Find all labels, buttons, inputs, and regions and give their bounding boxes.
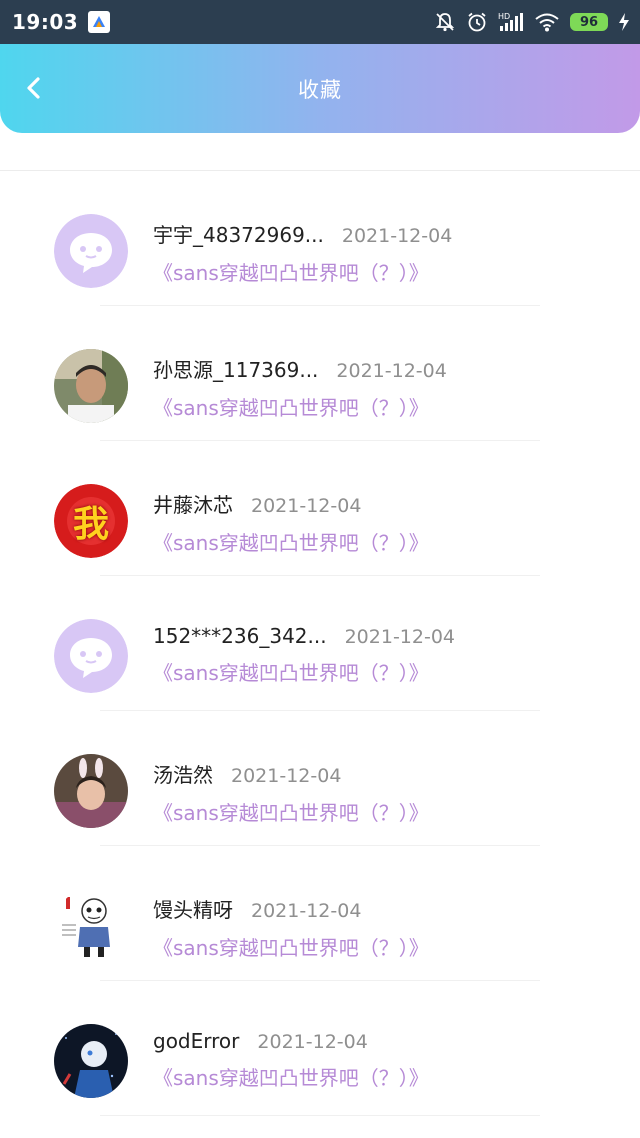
date: 2021-12-04 — [336, 360, 447, 382]
cellular-signal-icon: HD — [498, 11, 524, 33]
avatar[interactable] — [54, 214, 128, 288]
username[interactable]: 孙思源_117369... — [153, 354, 318, 383]
username[interactable]: 宇宇_48372969... — [153, 219, 324, 248]
list-item[interactable]: 馒头精呀 2021-12-04 《sans穿越凹凸世界吧（？）》 — [0, 846, 640, 981]
list-item[interactable]: 汤浩然 2021-12-04 《sans穿越凹凸世界吧（？）》 — [0, 711, 640, 846]
avatar[interactable] — [54, 349, 128, 423]
collection-link[interactable]: 《sans穿越凹凸世界吧（？）》 — [153, 392, 620, 421]
date: 2021-12-04 — [251, 900, 362, 922]
list-item-partial — [0, 133, 640, 171]
collection-link[interactable]: 《sans穿越凹凸世界吧（？）》 — [153, 797, 620, 826]
favorites-list: 宇宇_48372969... 2021-12-04 《sans穿越凹凸世界吧（？… — [0, 171, 640, 1116]
collection-link[interactable]: 《sans穿越凹凸世界吧（？）》 — [153, 257, 620, 286]
collection-link[interactable]: 《sans穿越凹凸世界吧（？）》 — [153, 932, 620, 961]
avatar[interactable] — [54, 889, 128, 963]
dark-anime-avatar-icon — [54, 1024, 128, 1098]
status-bar: 19:03 HD 96 — [0, 0, 640, 44]
alarm-clock-icon — [466, 11, 488, 33]
list-item[interactable]: 宇宇_48372969... 2021-12-04 《sans穿越凹凸世界吧（？… — [0, 171, 640, 306]
divider — [100, 1115, 540, 1116]
date: 2021-12-04 — [344, 626, 456, 648]
collection-link[interactable]: 《sans穿越凹凸世界吧（？）》 — [153, 527, 620, 556]
date: 2021-12-04 — [257, 1031, 368, 1053]
list-item[interactable]: 孙思源_117369... 2021-12-04 《sans穿越凹凸世界吧（？）… — [0, 306, 640, 441]
mute-bell-icon — [434, 11, 456, 33]
date: 2021-12-04 — [341, 225, 453, 247]
chat-bubble-avatar-icon — [54, 619, 128, 693]
app-notification-icon — [88, 11, 111, 33]
top-nav-bar: 收藏 — [0, 44, 640, 133]
battery-level: 96 — [579, 14, 599, 30]
username[interactable]: 汤浩然 — [153, 759, 213, 788]
photo-boy-avatar-icon — [54, 349, 128, 423]
avatar[interactable] — [54, 754, 128, 828]
username[interactable]: 馒头精呀 — [153, 894, 233, 923]
status-time: 19:03 — [12, 10, 79, 34]
chat-bubble-avatar-icon — [54, 214, 128, 288]
username[interactable]: 152***236_342... — [153, 624, 327, 648]
wifi-icon — [534, 11, 560, 33]
list-item[interactable]: 152***236_342... 2021-12-04 《sans穿越凹凸世界吧… — [0, 576, 640, 711]
charging-bolt-icon — [618, 12, 630, 32]
svg-text:HD: HD — [498, 12, 510, 21]
list-item[interactable]: 我 井藤沐芯 2021-12-04 《sans穿越凹凸世界吧（？）》 — [0, 441, 640, 576]
date: 2021-12-04 — [231, 765, 342, 787]
avatar[interactable]: 我 — [54, 484, 128, 558]
sans-sketch-avatar-icon — [54, 889, 128, 963]
collection-link[interactable]: 《sans穿越凹凸世界吧（？）》 — [153, 657, 620, 686]
page-title: 收藏 — [298, 77, 342, 102]
username[interactable]: 井藤沐芯 — [153, 489, 233, 518]
back-button[interactable] — [18, 72, 50, 104]
chevron-left-icon — [27, 77, 40, 99]
date: 2021-12-04 — [251, 495, 362, 517]
battery-icon: 96 — [570, 13, 608, 31]
avatar[interactable] — [54, 1024, 128, 1098]
collection-link[interactable]: 《sans穿越凹凸世界吧（？）》 — [153, 1062, 620, 1091]
avatar-text: 我 — [72, 504, 109, 545]
list-item[interactable]: godError 2021-12-04 《sans穿越凹凸世界吧（？）》 — [0, 981, 640, 1116]
photo-child-avatar-icon — [54, 754, 128, 828]
avatar[interactable] — [54, 619, 128, 693]
username[interactable]: godError — [153, 1029, 239, 1053]
